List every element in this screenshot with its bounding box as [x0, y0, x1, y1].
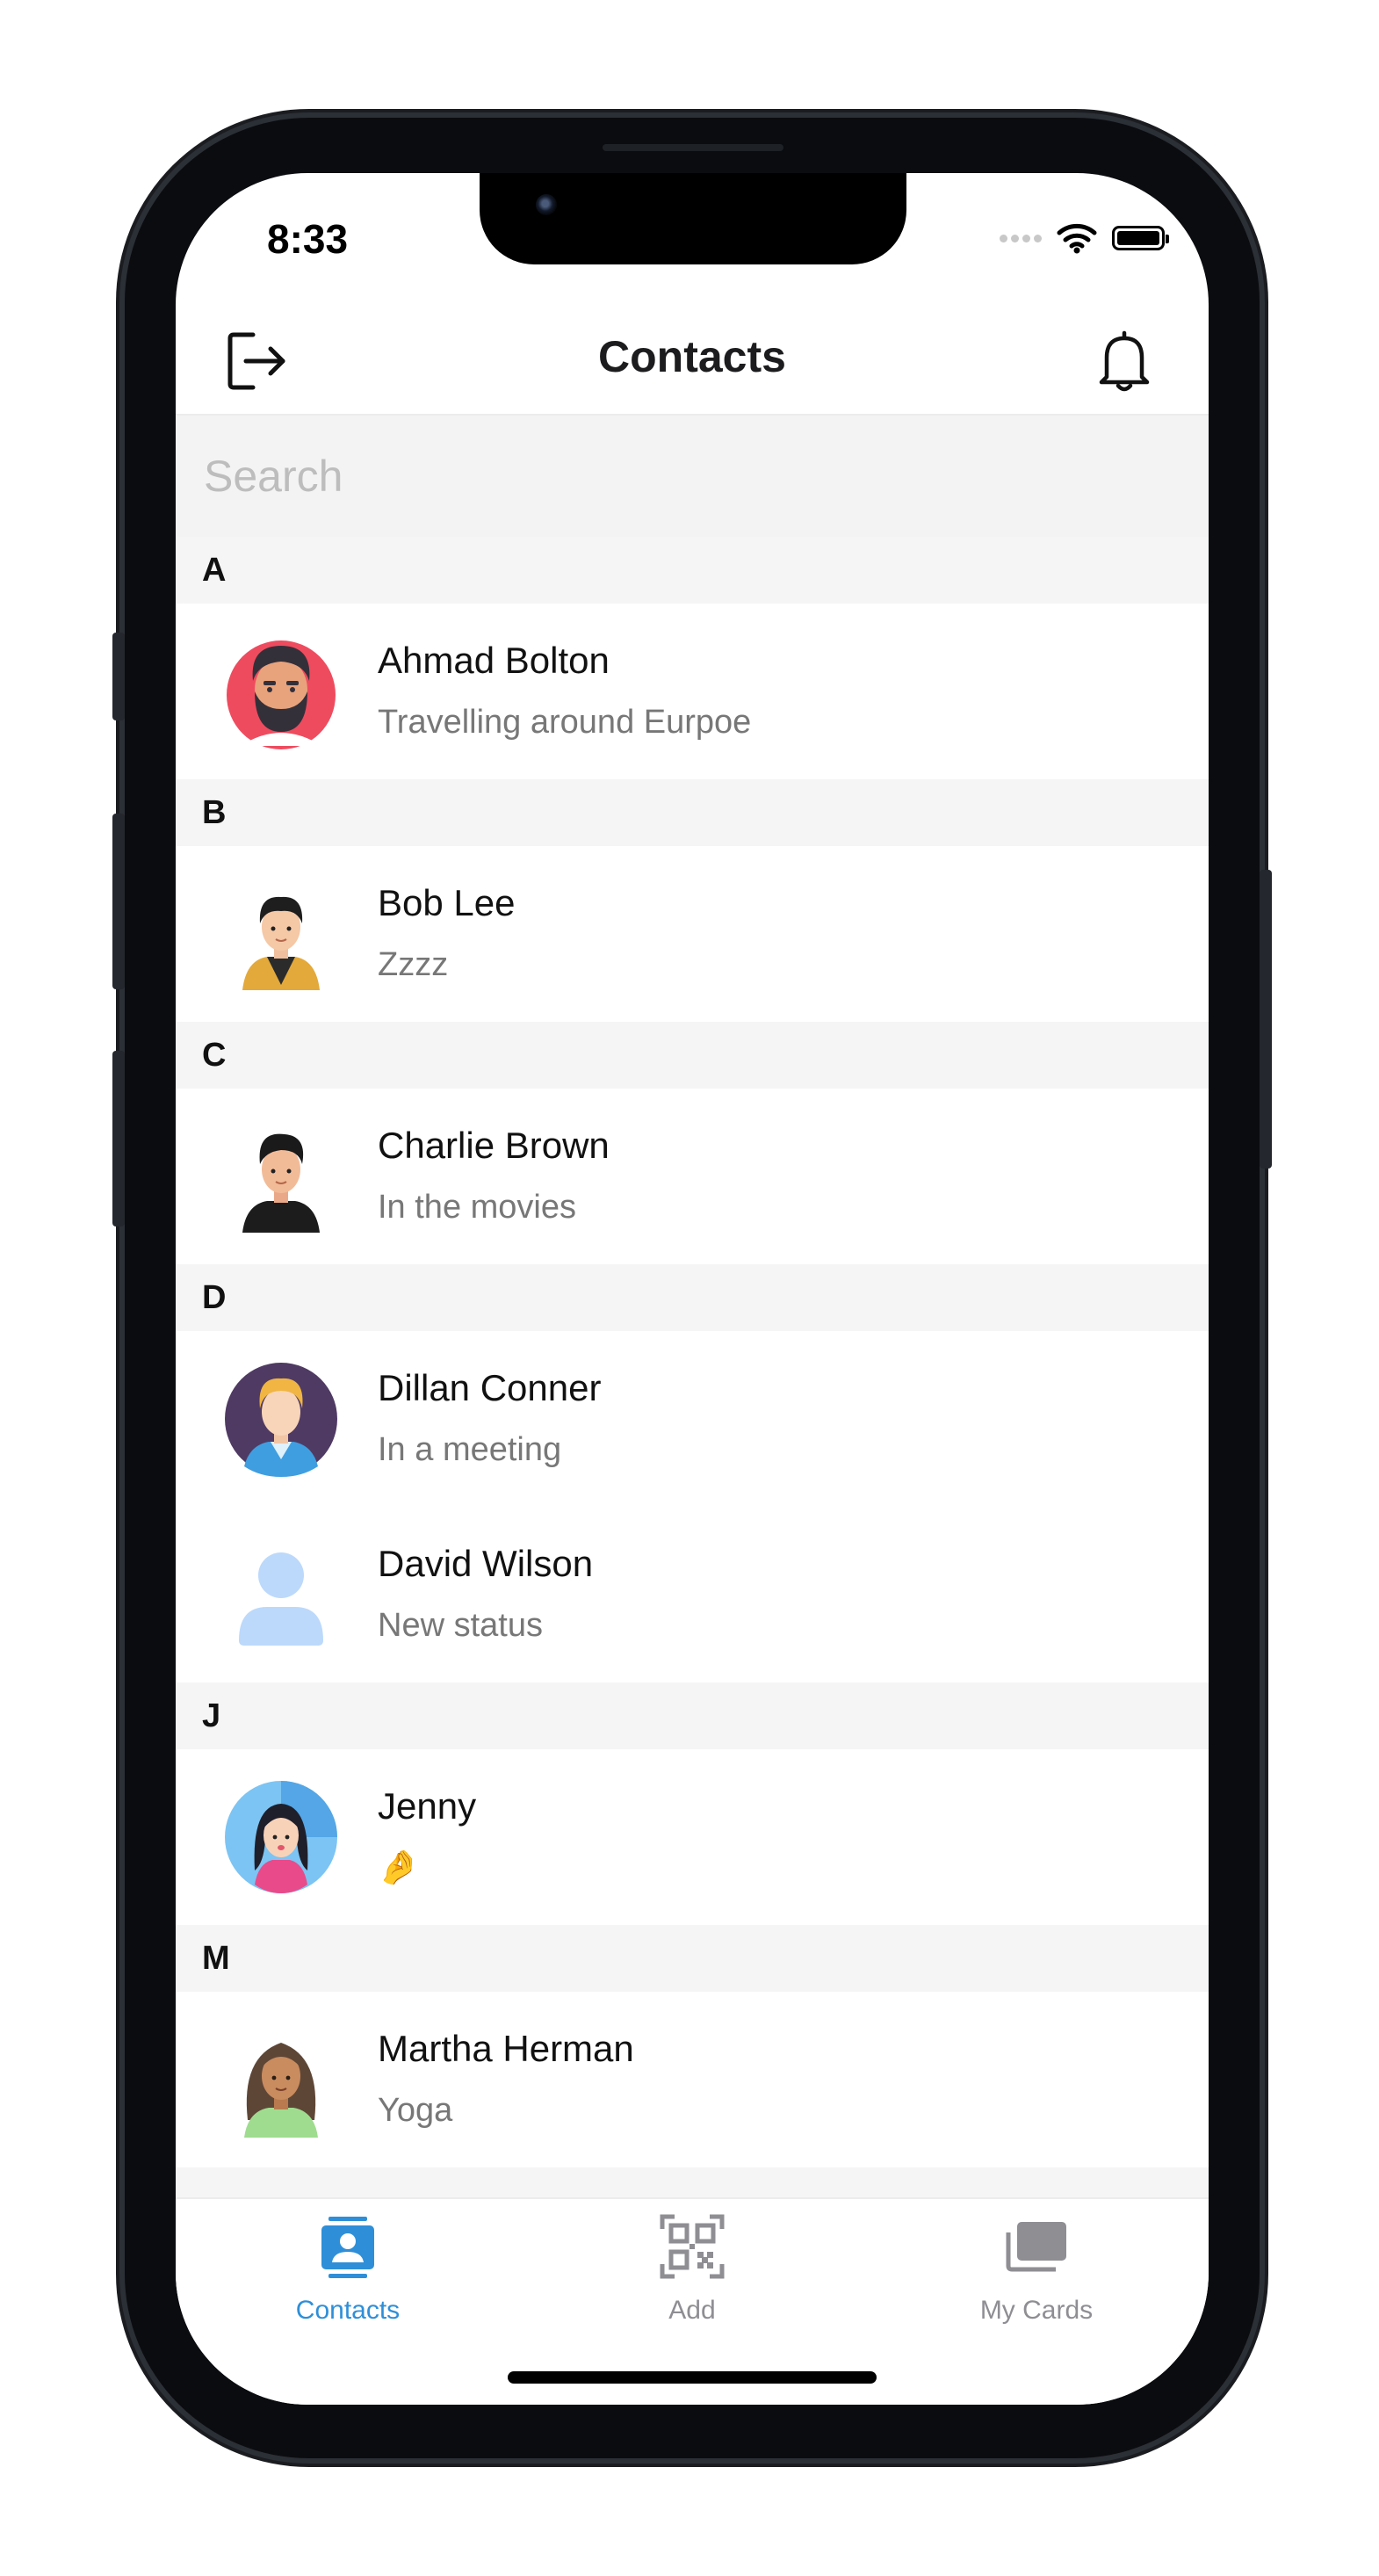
search-bar	[176, 416, 1209, 537]
contact-list[interactable]: A Ahmad Bolton Travelling around Eurpoe …	[176, 537, 1209, 2197]
avatar	[225, 1363, 337, 1477]
section-header-c: C	[176, 1022, 1209, 1089]
status-indicators	[1000, 222, 1169, 254]
contact-row[interactable]: Charlie Brown In the movies	[176, 1089, 1209, 1264]
mute-switch	[112, 633, 125, 720]
contact-row[interactable]: David Wilson New status	[176, 1507, 1209, 1682]
battery-icon	[1112, 226, 1169, 250]
earpiece-speaker	[603, 144, 783, 151]
contact-name: Jenny	[378, 1785, 477, 1827]
tab-add[interactable]: Add	[520, 2199, 864, 2348]
contact-row[interactable]: Ahmad Bolton Travelling around Eurpoe	[176, 604, 1209, 779]
contact-status: Zzzz	[378, 946, 449, 983]
wifi-icon	[1057, 223, 1097, 254]
section-header-partial	[176, 2167, 1209, 2197]
tab-label: My Cards	[979, 2296, 1094, 2325]
contact-row[interactable]: Martha Herman Yoga	[176, 1992, 1209, 2167]
contact-name: Ahmad Bolton	[378, 640, 610, 681]
contact-status: 🤌	[378, 1849, 420, 1886]
tab-contacts[interactable]: Contacts	[176, 2199, 520, 2348]
contacts-icon	[321, 2217, 374, 2278]
section-header-a: A	[176, 537, 1209, 604]
contact-row[interactable]: Dillan Conner In a meeting	[176, 1331, 1209, 1507]
contact-status: In a meeting	[378, 1431, 562, 1468]
search-input[interactable]	[202, 442, 1172, 510]
screen: 8:33 Contacts A	[176, 173, 1209, 2405]
avatar-placeholder-icon	[239, 1552, 323, 1646]
section-header-j: J	[176, 1682, 1209, 1749]
avatar	[227, 640, 336, 749]
avatar	[242, 896, 320, 990]
cards-icon	[1006, 2222, 1066, 2272]
notch	[480, 173, 906, 264]
contact-name: Bob Lee	[378, 882, 516, 923]
avatar	[225, 1781, 337, 1893]
bell-icon[interactable]	[1091, 328, 1158, 394]
contact-status: Travelling around Eurpoe	[378, 704, 752, 741]
tab-my-cards[interactable]: My Cards	[864, 2199, 1209, 2348]
page-title: Contacts	[598, 332, 786, 381]
section-header-d: D	[176, 1264, 1209, 1331]
contact-status: New status	[378, 1607, 543, 1644]
contact-row[interactable]: Jenny 🤌	[176, 1749, 1209, 1925]
volume-up-button	[112, 814, 125, 989]
tab-label: Contacts	[295, 2296, 401, 2325]
section-header-m: M	[176, 1925, 1209, 1992]
status-time: 8:33	[267, 216, 349, 262]
contact-name: David Wilson	[378, 1543, 594, 1584]
front-camera	[536, 194, 557, 215]
app-header: Contacts	[176, 305, 1209, 416]
contact-status: Yoga	[378, 2092, 453, 2129]
qr-code-icon	[660, 2214, 725, 2279]
tab-label: Add	[668, 2296, 716, 2325]
contact-name: Dillan Conner	[378, 1367, 602, 1408]
cellular-signal-icon	[1000, 234, 1042, 242]
contact-name: Charlie Brown	[378, 1125, 610, 1166]
contact-row[interactable]: Bob Lee Zzzz	[176, 846, 1209, 1022]
volume-down-button	[112, 1051, 125, 1226]
home-indicator	[508, 2371, 877, 2384]
power-button	[1260, 870, 1272, 1169]
avatar	[242, 1133, 320, 1233]
contact-name: Martha Herman	[378, 2028, 634, 2069]
avatar	[244, 2043, 318, 2138]
section-header-b: B	[176, 779, 1209, 846]
contact-status: In the movies	[378, 1189, 576, 1226]
